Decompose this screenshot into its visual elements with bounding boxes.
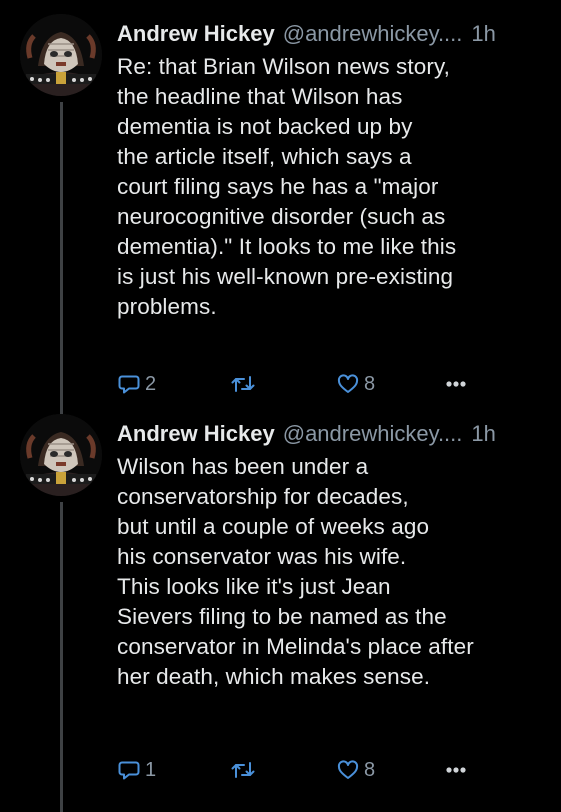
author-handle[interactable]: @andrewhickey....	[283, 20, 463, 48]
tweet-actions: 1 8	[117, 756, 547, 784]
tweet-content: Andrew Hickey @andrewhickey.... 1h Wilso…	[117, 420, 547, 692]
author-name[interactable]: Andrew Hickey	[117, 20, 275, 48]
avatar[interactable]	[20, 414, 102, 496]
retweet-icon	[231, 762, 255, 778]
tweet-content: Andrew Hickey @andrewhickey.... 1h Re: t…	[117, 20, 547, 322]
like-icon	[337, 760, 359, 779]
reply-icon	[118, 761, 140, 780]
reply-button[interactable]: 1	[117, 756, 156, 784]
thread-line	[60, 102, 63, 432]
tweet-timestamp[interactable]: 1h	[471, 420, 495, 448]
more-options-button[interactable]	[443, 756, 469, 784]
retweet-button[interactable]	[230, 756, 260, 784]
tweet-timestamp[interactable]: 1h	[471, 20, 495, 48]
tweet-header: Andrew Hickey @andrewhickey.... 1h	[117, 20, 547, 50]
reply-count: 1	[145, 759, 157, 781]
more-icon	[446, 767, 466, 773]
like-button[interactable]: 8	[336, 756, 375, 784]
retweet-icon	[231, 376, 255, 392]
tweet-text: Wilson has been under a conservatorship …	[117, 454, 474, 689]
reply-count: 2	[145, 373, 157, 395]
tweet[interactable]: Andrew Hickey @andrewhickey.... 1h Wilso…	[0, 414, 561, 812]
like-count: 8	[364, 373, 376, 395]
author-name[interactable]: Andrew Hickey	[117, 420, 275, 448]
like-count: 8	[364, 759, 376, 781]
more-options-button[interactable]	[443, 370, 469, 398]
tweet-actions: 2 8	[117, 370, 547, 398]
author-handle[interactable]: @andrewhickey....	[283, 420, 463, 448]
like-button[interactable]: 8	[336, 370, 375, 398]
avatar-image	[20, 414, 102, 496]
reply-icon	[118, 375, 140, 394]
tweet-text: Re: that Brian Wilson news story, the he…	[117, 54, 457, 319]
like-icon	[337, 374, 359, 393]
tweet[interactable]: Andrew Hickey @andrewhickey.... 1h Re: t…	[0, 14, 561, 432]
avatar[interactable]	[20, 14, 102, 96]
thread-line	[60, 502, 63, 812]
tweet-header: Andrew Hickey @andrewhickey.... 1h	[117, 420, 547, 450]
reply-button[interactable]: 2	[117, 370, 156, 398]
more-icon	[446, 381, 466, 387]
avatar-image	[20, 14, 102, 96]
retweet-button[interactable]	[230, 370, 260, 398]
